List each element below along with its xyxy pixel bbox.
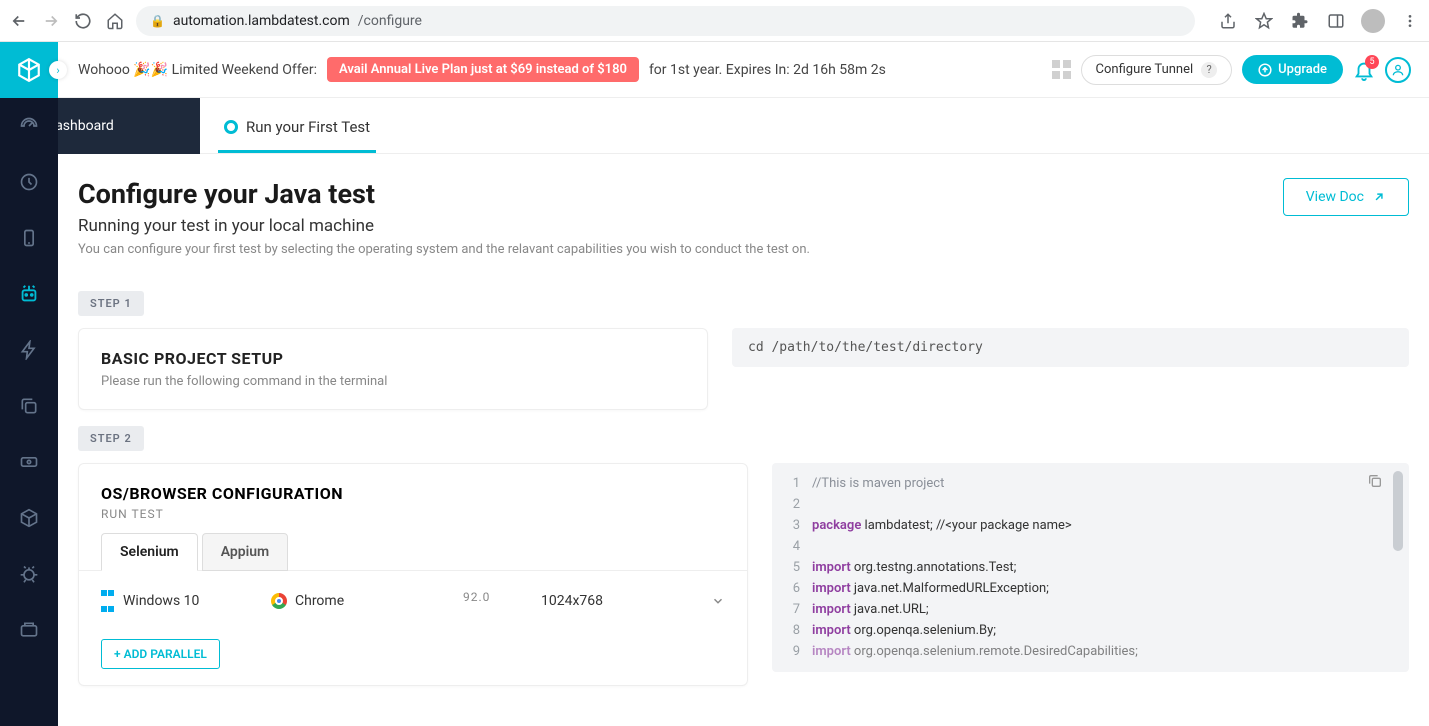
url-path: /configure bbox=[358, 13, 422, 29]
sidebar bbox=[0, 98, 58, 726]
forward-icon[interactable] bbox=[40, 10, 62, 32]
os-select[interactable]: Windows 10 bbox=[101, 585, 251, 617]
step1-label: STEP 1 bbox=[78, 291, 144, 316]
share-icon[interactable] bbox=[1217, 10, 1239, 32]
tab-run-first-test[interactable]: Run your First Test bbox=[218, 104, 376, 153]
promo-offer[interactable]: Avail Annual Live Plan just at $69 inste… bbox=[327, 57, 639, 82]
config-row[interactable]: Windows 10 Chrome 92.0 1024x768 bbox=[79, 570, 747, 629]
home-icon[interactable] bbox=[104, 10, 126, 32]
version-select[interactable]: 92.0 bbox=[441, 586, 521, 616]
content-area: Run your First Test Configure your Java … bbox=[58, 98, 1429, 726]
promo-bar: Wohooo 🎉🎉 Limited Weekend Offer: Avail A… bbox=[0, 42, 1429, 98]
windows-icon bbox=[101, 585, 115, 617]
reload-icon[interactable] bbox=[72, 10, 94, 32]
sidebar-cube-icon[interactable] bbox=[0, 490, 58, 546]
os-browser-card: OS/BROWSER CONFIGURATION RUN TEST Seleni… bbox=[78, 463, 748, 686]
configure-tunnel-button[interactable]: Configure Tunnel? bbox=[1081, 55, 1233, 85]
promo-suffix: for 1st year. Expires In: 2d 16h 58m 2s bbox=[649, 62, 886, 78]
star-icon[interactable] bbox=[1253, 10, 1275, 32]
resolution-select[interactable]: 1024x768 bbox=[541, 593, 691, 609]
basic-setup-title: BASIC PROJECT SETUP bbox=[101, 349, 685, 368]
sidebar-realtime-icon[interactable] bbox=[0, 154, 58, 210]
sidebar-automation-icon[interactable] bbox=[0, 266, 58, 322]
scrollbar[interactable] bbox=[1393, 471, 1403, 551]
sidebar-integrations-icon[interactable] bbox=[0, 602, 58, 658]
os-browser-title: OS/BROWSER CONFIGURATION bbox=[79, 484, 747, 503]
apps-icon[interactable] bbox=[1052, 60, 1071, 79]
browser-chrome: 🔒 automation.lambdatest.com/configure bbox=[0, 0, 1429, 42]
url-host: automation.lambdatest.com bbox=[173, 13, 350, 29]
page-tabs: Run your First Test bbox=[58, 98, 1429, 154]
tab-active-indicator-icon bbox=[224, 120, 238, 134]
basic-setup-card: BASIC PROJECT SETUP Please run the follo… bbox=[78, 328, 708, 410]
extensions-icon[interactable] bbox=[1289, 10, 1311, 32]
chevron-down-icon bbox=[711, 594, 725, 608]
view-doc-button[interactable]: View Doc bbox=[1283, 178, 1409, 216]
sidebar-visual-icon[interactable] bbox=[0, 434, 58, 490]
sidebar-bug-icon[interactable] bbox=[0, 546, 58, 602]
help-icon: ? bbox=[1201, 62, 1217, 78]
sidebar-dashboard-icon[interactable] bbox=[0, 98, 58, 154]
expand-sidebar-icon[interactable]: › bbox=[49, 61, 67, 79]
tab-selenium[interactable]: Selenium bbox=[101, 533, 198, 571]
user-menu[interactable] bbox=[1385, 57, 1411, 83]
code-editor[interactable]: 123456789 //This is maven project packag… bbox=[772, 463, 1409, 672]
kebab-icon[interactable] bbox=[1399, 10, 1421, 32]
sidebar-copy-icon[interactable] bbox=[0, 378, 58, 434]
tab-appium[interactable]: Appium bbox=[202, 533, 289, 571]
browser-select[interactable]: Chrome bbox=[271, 593, 421, 609]
back-icon[interactable] bbox=[8, 10, 30, 32]
os-browser-subtitle: RUN TEST bbox=[79, 503, 747, 533]
notification-badge: 5 bbox=[1365, 55, 1379, 69]
brand-logo[interactable]: › bbox=[0, 42, 58, 98]
chrome-icon bbox=[271, 593, 287, 609]
side-panel-icon[interactable] bbox=[1325, 10, 1347, 32]
sidebar-device-icon[interactable] bbox=[0, 210, 58, 266]
lock-icon: 🔒 bbox=[150, 14, 165, 28]
page-description: You can configure your first test by sel… bbox=[78, 242, 810, 257]
add-parallel-button[interactable]: + ADD PARALLEL bbox=[101, 639, 220, 669]
page-subtitle: Running your test in your local machine bbox=[78, 216, 810, 236]
step1-command[interactable]: cd /path/to/the/test/directory bbox=[732, 328, 1409, 367]
address-bar[interactable]: 🔒 automation.lambdatest.com/configure bbox=[136, 6, 1195, 36]
profile-avatar[interactable] bbox=[1361, 9, 1385, 33]
promo-prefix: Wohooo 🎉🎉 Limited Weekend Offer: bbox=[78, 62, 317, 78]
page-header: Configure your Java test Running your te… bbox=[58, 154, 1429, 267]
page-title: Configure your Java test bbox=[78, 178, 810, 210]
upgrade-button[interactable]: Upgrade bbox=[1242, 55, 1343, 84]
step2-label: STEP 2 bbox=[78, 426, 144, 451]
basic-setup-desc: Please run the following command in the … bbox=[101, 374, 685, 389]
notifications-icon[interactable]: 5 bbox=[1353, 59, 1375, 81]
sidebar-performance-icon[interactable] bbox=[0, 322, 58, 378]
line-gutter: 123456789 bbox=[782, 473, 800, 662]
copy-icon[interactable] bbox=[1367, 473, 1383, 489]
